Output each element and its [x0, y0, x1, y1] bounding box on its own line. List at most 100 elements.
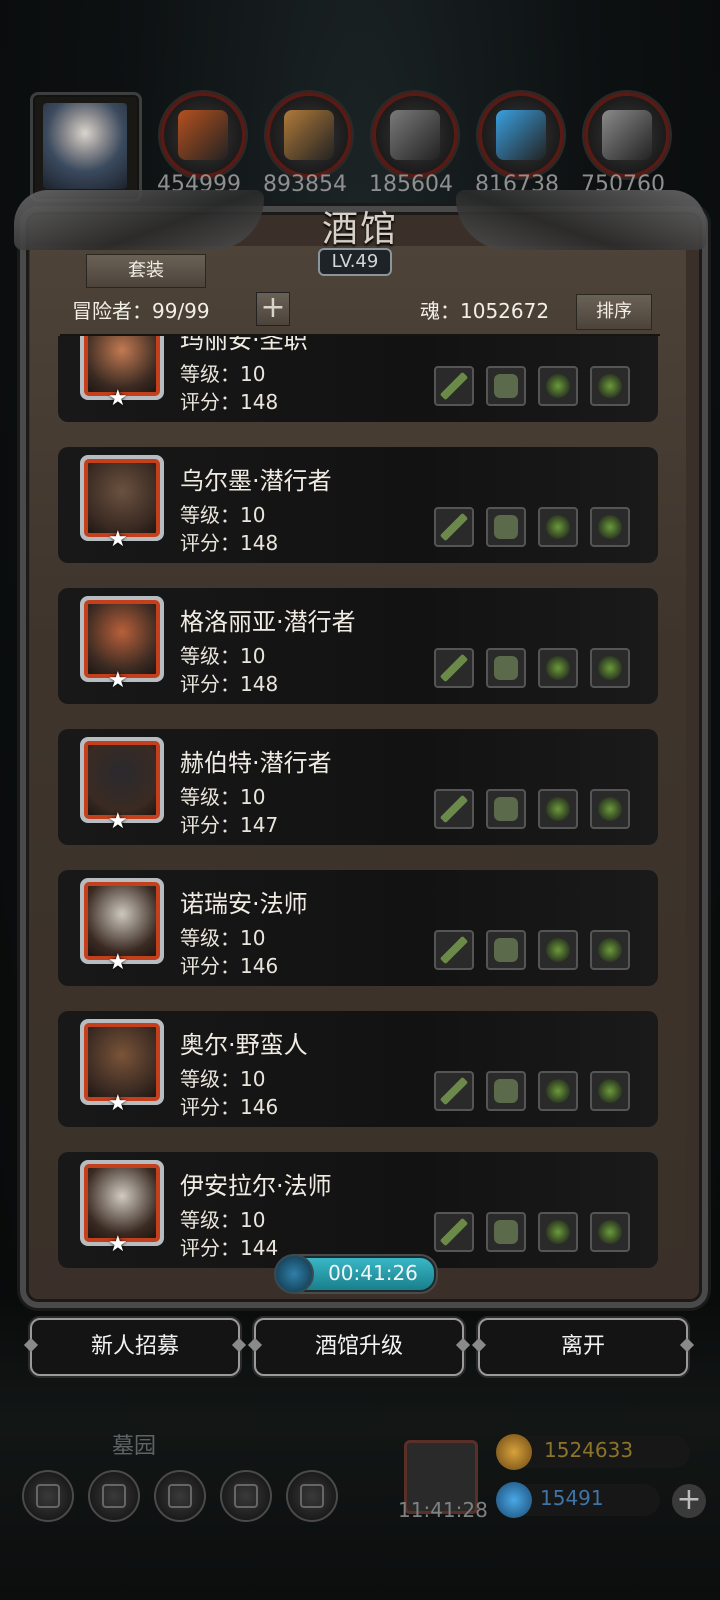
- upgrade-tavern-button[interactable]: 酒馆升级: [254, 1318, 464, 1376]
- star-icon: ★: [108, 668, 128, 693]
- ring-icon[interactable]: [538, 1212, 578, 1252]
- achievement-icon[interactable]: [88, 1470, 140, 1522]
- hero-card[interactable]: ★ 诺瑞安·法师等级：10 评分：146: [58, 870, 658, 986]
- hero-card[interactable]: ★ 赫伯特·潜行者 等级：10 评分：147: [58, 729, 658, 845]
- armor-icon[interactable]: [486, 366, 526, 406]
- gift-timer: 11:41:28: [398, 1498, 488, 1522]
- sort-button[interactable]: 排序: [576, 294, 652, 330]
- refresh-timer: 00:41:26: [328, 1261, 418, 1285]
- ring-icon[interactable]: [538, 366, 578, 406]
- staff-icon[interactable]: [434, 930, 474, 970]
- ring-icon[interactable]: [590, 1212, 630, 1252]
- mail-icon[interactable]: [220, 1470, 272, 1522]
- soul-amount: 魂：1052672: [420, 299, 550, 323]
- hero-level: 等级：10: [180, 785, 266, 809]
- armor-icon[interactable]: [486, 1212, 526, 1252]
- hero-score: 评分：148: [180, 390, 279, 414]
- hero-face: [84, 882, 160, 960]
- hero-face: [84, 459, 160, 537]
- ring-icon[interactable]: [538, 930, 578, 970]
- staff-icon[interactable]: [434, 1212, 474, 1252]
- armor-icon[interactable]: [486, 648, 526, 688]
- player-avatar[interactable]: [30, 92, 142, 202]
- hero-card[interactable]: ★ 奥尔·野蛮人 等级：10 评分：146: [58, 1011, 658, 1127]
- ring-icon[interactable]: [590, 648, 630, 688]
- dagger-icon[interactable]: [434, 648, 474, 688]
- hero-score: 评分：146: [180, 954, 279, 978]
- ring-icon[interactable]: [538, 1071, 578, 1111]
- resource-glyph: [496, 110, 546, 160]
- ring-icon[interactable]: [590, 930, 630, 970]
- leave-button[interactable]: 离开: [478, 1318, 688, 1376]
- avatar-portrait: [43, 103, 127, 189]
- hero-score: 评分：148: [180, 531, 279, 555]
- star-icon: ★: [108, 527, 128, 552]
- star-icon: ★: [108, 1091, 128, 1116]
- settings-icon[interactable]: [22, 1470, 74, 1522]
- hero-name: 玛丽安·圣职: [180, 336, 308, 354]
- iron-icon[interactable]: [584, 92, 670, 178]
- resource-glyph: [602, 110, 652, 160]
- hero-face: [84, 600, 160, 678]
- ring-icon[interactable]: [590, 507, 630, 547]
- dialog-title: 酒馆: [321, 209, 398, 250]
- star-icon: ★: [108, 386, 128, 411]
- hero-list[interactable]: ★ 玛丽安·圣职 等级：10 评分：148 ★ 乌尔墨·潜行者 等级：10 评分：148 ★ 格洛…: [58, 336, 662, 1268]
- set-button[interactable]: 套装: [86, 254, 206, 288]
- wood-icon[interactable]: [266, 92, 352, 178]
- hero-name: 诺瑞安·法师: [180, 890, 308, 918]
- ring-icon[interactable]: [590, 366, 630, 406]
- hero-level: 等级：10: [180, 362, 266, 386]
- add-gem-button[interactable]: +: [672, 1484, 706, 1518]
- armor-icon[interactable]: [486, 507, 526, 547]
- hero-level: 等级：10: [180, 1067, 266, 1091]
- ring-icon[interactable]: [538, 507, 578, 547]
- stone-icon[interactable]: [372, 92, 458, 178]
- gem-amount: 15491: [540, 1486, 604, 1510]
- hero-face: [84, 1164, 160, 1242]
- hero-score: 评分：148: [180, 672, 279, 696]
- dagger-icon[interactable]: [434, 507, 474, 547]
- resource-value: 893854: [263, 172, 347, 197]
- dagger-icon[interactable]: [434, 789, 474, 829]
- resource-glyph: [178, 110, 228, 160]
- hero-face: [84, 741, 160, 819]
- star-icon: ★: [108, 1232, 128, 1257]
- ring-icon[interactable]: [538, 789, 578, 829]
- hero-card[interactable]: ★ 玛丽安·圣职等级：10 评分：148: [58, 336, 658, 422]
- hero-score: 评分：144: [180, 1236, 279, 1260]
- gold-coin-icon: [496, 1434, 532, 1470]
- recruit-button[interactable]: 新人招募: [30, 1318, 240, 1376]
- ring-icon[interactable]: [590, 789, 630, 829]
- chat-icon[interactable]: [286, 1470, 338, 1522]
- hero-card[interactable]: ★ 乌尔墨·潜行者等级：10 评分：148: [58, 447, 658, 563]
- axe-icon[interactable]: [434, 1071, 474, 1111]
- add-adventurer-button[interactable]: +: [256, 292, 290, 326]
- star-icon: ★: [108, 950, 128, 975]
- graveyard-label[interactable]: 墓园: [112, 1428, 156, 1460]
- hero-name: 乌尔墨·潜行者: [180, 467, 332, 495]
- axe-icon[interactable]: [434, 366, 474, 406]
- tavern-level-badge: LV.49: [318, 248, 392, 276]
- resource-glyph: [390, 110, 440, 160]
- hero-level: 等级：10: [180, 644, 266, 668]
- hero-name: 格洛丽亚·潜行者: [180, 608, 356, 636]
- ring-icon[interactable]: [538, 648, 578, 688]
- clock-icon: [274, 1254, 314, 1294]
- hero-level: 等级：10: [180, 926, 266, 950]
- crystal-icon[interactable]: [478, 92, 564, 178]
- hero-card[interactable]: ★ 格洛丽亚·潜行者等级：10 评分：148: [58, 588, 658, 704]
- map-icon[interactable]: [154, 1470, 206, 1522]
- hero-name: 赫伯特·潜行者: [180, 749, 332, 777]
- armor-icon[interactable]: [486, 930, 526, 970]
- hero-level: 等级：10: [180, 503, 266, 527]
- hero-name: 伊安拉尔·法师: [180, 1172, 332, 1200]
- hero-card[interactable]: ★ 伊安拉尔·法师等级：10 评分：144: [58, 1152, 658, 1268]
- adventurer-count: 冒险者：99/99: [72, 299, 210, 323]
- ring-icon[interactable]: [590, 1071, 630, 1111]
- armor-icon[interactable]: [486, 789, 526, 829]
- hero-level: 等级：10: [180, 1208, 266, 1232]
- meat-icon[interactable]: [160, 92, 246, 178]
- star-icon: ★: [108, 809, 128, 834]
- armor-icon[interactable]: [486, 1071, 526, 1111]
